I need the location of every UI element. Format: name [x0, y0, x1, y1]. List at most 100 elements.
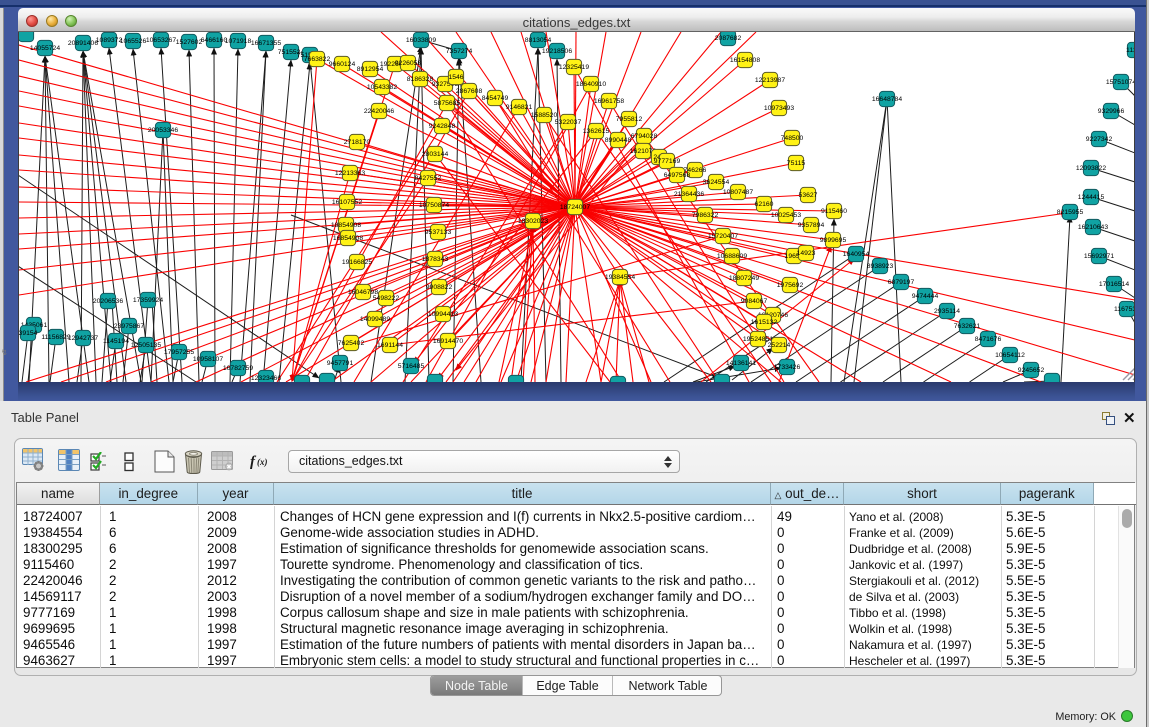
svg-text:252214: 252214 [768, 342, 791, 349]
svg-text:1244415: 1244415 [1078, 194, 1105, 201]
svg-text:16210643: 16210643 [1078, 224, 1108, 231]
svg-text:8427552: 8427552 [415, 175, 442, 182]
svg-text:2087682: 2087682 [715, 35, 742, 42]
svg-text:9227342: 9227342 [1086, 136, 1113, 143]
svg-text:18640910: 18640910 [576, 81, 606, 88]
svg-text:18302023: 18302023 [518, 218, 548, 225]
svg-text:20206536: 20206536 [93, 298, 123, 305]
svg-text:9908822: 9908822 [426, 284, 453, 291]
svg-text:6466160: 6466160 [201, 37, 228, 44]
svg-text:7986322: 7986322 [692, 212, 719, 219]
svg-text:(x): (x) [257, 457, 268, 467]
svg-text:9226058: 9226058 [395, 60, 422, 67]
svg-text:1878343: 1878343 [422, 256, 449, 263]
svg-text:18854908: 18854908 [331, 222, 361, 229]
svg-text:6794028: 6794028 [631, 133, 658, 140]
svg-text:9115460: 9115460 [821, 208, 847, 215]
svg-text:9777169: 9777169 [654, 158, 681, 165]
svg-text:5322037: 5322037 [555, 119, 582, 126]
svg-text:1733426: 1733426 [774, 364, 801, 371]
svg-text:15720407: 15720407 [708, 233, 738, 240]
svg-text:17016514: 17016514 [1099, 281, 1129, 288]
svg-text:16671355: 16671355 [251, 40, 281, 47]
svg-text:20053346: 20053346 [148, 127, 178, 134]
svg-text:8454749: 8454749 [482, 95, 509, 102]
svg-text:9146821: 9146821 [506, 104, 533, 111]
svg-text:1089372: 1089372 [96, 37, 123, 44]
svg-text:11156829: 11156829 [41, 334, 70, 341]
svg-text:10958107: 10958107 [193, 356, 223, 363]
svg-text:f: f [250, 454, 257, 470]
svg-text:1546: 1546 [448, 74, 463, 81]
svg-text:8215955: 8215955 [1057, 209, 1084, 216]
svg-text:10688609: 10688609 [717, 253, 747, 260]
svg-text:10994413: 10994413 [428, 311, 458, 318]
svg-text:75115: 75115 [787, 160, 806, 167]
svg-text:17359924: 17359924 [133, 297, 163, 304]
svg-text:5875685: 5875685 [434, 100, 461, 107]
svg-text:748500: 748500 [781, 135, 804, 142]
svg-text:16154808: 16154808 [730, 57, 760, 64]
svg-text:20891406: 20891406 [68, 40, 98, 47]
svg-text:3624554: 3624554 [703, 179, 730, 186]
svg-text:16782759: 16782759 [223, 365, 253, 372]
svg-text:16914470: 16914470 [433, 338, 463, 345]
svg-text:12942737: 12942737 [68, 335, 98, 342]
svg-text:9329966: 9329966 [1098, 108, 1125, 115]
svg-text:7357274: 7357274 [446, 48, 473, 55]
svg-text:2718170: 2718170 [344, 139, 371, 146]
svg-text:19166825: 19166825 [342, 259, 372, 266]
svg-text:23975867: 23975867 [114, 323, 144, 330]
svg-text:10543382: 10543382 [367, 84, 397, 91]
svg-text:10654112: 10654112 [995, 352, 1025, 359]
svg-text:5498222: 5498222 [373, 295, 400, 302]
svg-text:7625402: 7625402 [338, 340, 365, 347]
svg-text:10025453: 10025453 [771, 212, 801, 219]
svg-text:12505135: 12505135 [131, 342, 161, 349]
svg-text:9084067: 9084067 [741, 298, 768, 305]
svg-text:10750874: 10750874 [419, 202, 449, 209]
svg-text:5716485: 5716485 [398, 363, 425, 370]
svg-text:8471676: 8471676 [975, 336, 1002, 343]
svg-text:8990448: 8990448 [605, 137, 632, 144]
svg-text:9660124: 9660124 [329, 61, 356, 68]
svg-text:16107552: 16107552 [332, 199, 362, 206]
svg-text:7955812: 7955812 [616, 116, 643, 123]
svg-text:12323466: 12323466 [251, 375, 281, 382]
svg-text:16854908: 16854908 [333, 235, 363, 242]
svg-text:62160: 62160 [755, 201, 774, 208]
svg-text:2935114: 2935114 [934, 308, 960, 315]
svg-text:14099489: 14099489 [360, 316, 390, 323]
svg-text:53627: 53627 [799, 192, 818, 199]
svg-text:1975692: 1975692 [777, 282, 804, 289]
svg-text:1691144: 1691144 [377, 342, 403, 349]
svg-text:9899695: 9899695 [820, 237, 847, 244]
svg-text:10973493: 10973493 [764, 105, 794, 112]
svg-text:15751074: 15751074 [1106, 79, 1135, 86]
svg-text:1588520: 1588520 [531, 112, 558, 119]
svg-text:14136141: 14136141 [726, 360, 756, 367]
svg-text:19218506: 19218506 [542, 48, 572, 55]
svg-text:16648784: 16648784 [872, 96, 902, 103]
svg-text:10807487: 10807487 [723, 189, 753, 196]
svg-text:1071918: 1071918 [225, 38, 252, 45]
svg-text:18724007: 18724007 [560, 204, 590, 211]
svg-text:2867608: 2867608 [456, 88, 483, 95]
svg-text:18807249: 18807249 [729, 275, 759, 282]
svg-text:12213987: 12213987 [755, 77, 785, 84]
svg-text:11121: 11121 [1126, 47, 1134, 54]
svg-text:9457791: 9457791 [327, 360, 354, 367]
svg-text:9474444: 9474444 [912, 293, 939, 300]
svg-text:1065526: 1065526 [120, 38, 147, 45]
svg-text:8813054: 8813054 [525, 37, 552, 44]
svg-text:39154: 39154 [19, 330, 38, 337]
svg-text:7663822: 7663822 [304, 56, 331, 63]
svg-text:22420046: 22420046 [364, 108, 394, 115]
svg-text:1362615: 1362615 [583, 128, 610, 135]
svg-text:6497568: 6497568 [664, 172, 691, 179]
svg-text:8186328: 8186328 [407, 76, 434, 83]
svg-text:14055724: 14055724 [30, 45, 60, 52]
svg-text:1145194: 1145194 [103, 338, 129, 345]
svg-text:8938923: 8938923 [867, 263, 894, 270]
svg-text:1527602: 1527602 [176, 39, 203, 46]
